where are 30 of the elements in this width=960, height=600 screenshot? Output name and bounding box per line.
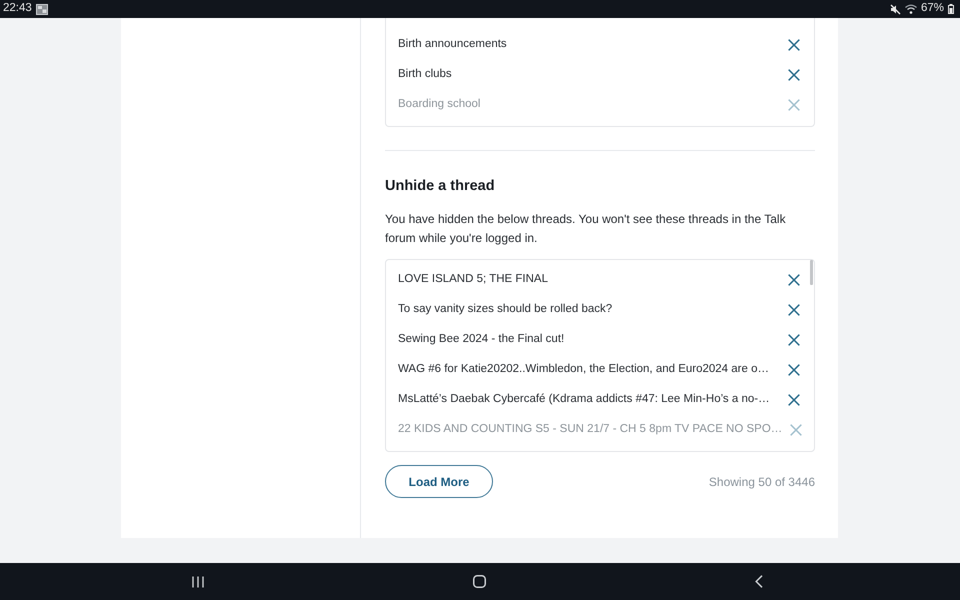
close-icon[interactable]	[788, 39, 800, 51]
mute-icon	[890, 4, 901, 14]
battery-level: 67%	[920, 1, 944, 16]
close-icon[interactable]	[788, 274, 800, 286]
load-more-button[interactable]: Load More	[385, 465, 493, 498]
thread-title: WAG #6 for Katie20202..Wimbledon, the Election, and Euro2024 are o…	[398, 362, 769, 378]
close-icon[interactable]	[788, 304, 800, 316]
topic-name: Birth announcements	[398, 37, 507, 52]
home-icon[interactable]	[472, 575, 486, 588]
thread-title: MsLatté’s Daebak Cybercafé (Kdrama addicts #47: Lee Min-Ho’s a no-…	[398, 392, 770, 408]
thread-title: 22 KIDS AND COUNTING S5 - SUN 21/7 - CH 5 8pm TV PACE NO SPO…	[398, 422, 782, 438]
topic-name: Birth clubs	[398, 67, 452, 82]
close-icon[interactable]	[788, 394, 800, 406]
status-time: 22:43	[3, 1, 32, 16]
close-icon[interactable]	[788, 334, 800, 346]
recent-apps-icon[interactable]	[192, 576, 204, 588]
section-description: You have hidden the below threads. You won't see these threads in the Talk forum while you're logged in.	[385, 211, 787, 247]
topic-name: Boarding school	[398, 97, 480, 112]
thread-title: LOVE ISLAND 5; THE FINAL	[398, 272, 548, 288]
close-icon[interactable]	[788, 69, 800, 81]
gallery-icon	[36, 4, 48, 14]
thread-title: Sewing Bee 2024 - the Final cut!	[398, 332, 564, 348]
wifi-icon	[904, 4, 917, 14]
showing-count: Showing 50 of 3446	[708, 474, 815, 490]
section-heading: Unhide a thread	[385, 177, 496, 196]
back-icon[interactable]	[754, 575, 762, 588]
battery-icon	[948, 4, 954, 14]
scrollbar-thumb[interactable]	[810, 260, 813, 285]
thread-title: To say vanity sizes should be rolled back?	[398, 302, 612, 318]
close-icon[interactable]	[788, 364, 800, 376]
